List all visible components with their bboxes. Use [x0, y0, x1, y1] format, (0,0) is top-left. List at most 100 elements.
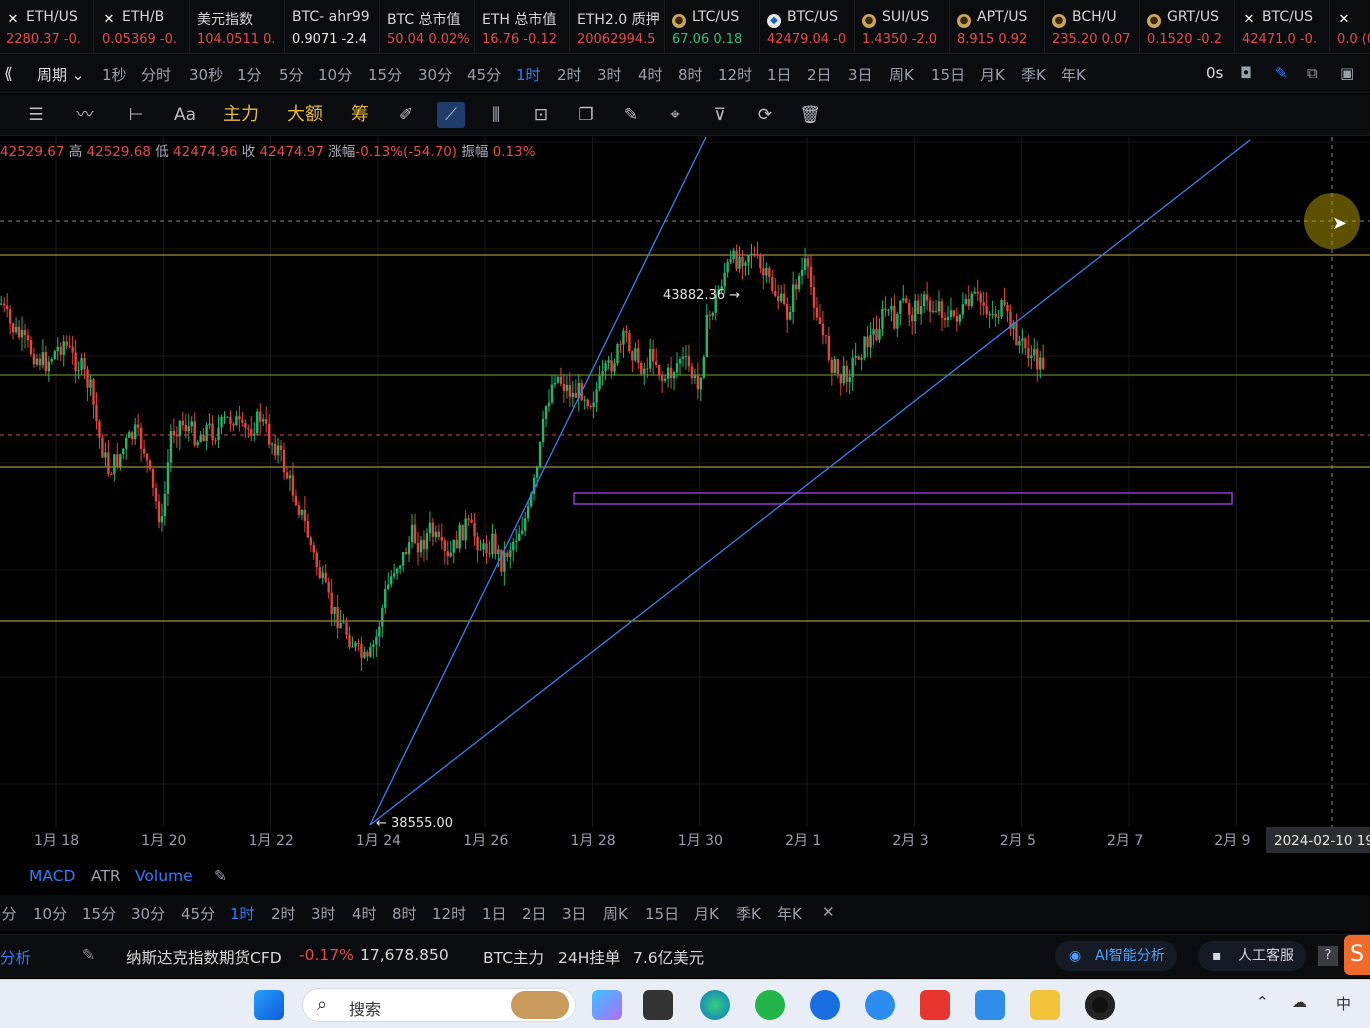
- ind-period-12[interactable]: 2日: [522, 903, 547, 924]
- edit-icon[interactable]: ✎: [617, 102, 645, 128]
- period-17[interactable]: 3日: [848, 64, 873, 85]
- measure-icon[interactable]: ⊢: [122, 102, 150, 128]
- ticker-item[interactable]: ✕ BTC/US 42471.0 -0.: [1236, 0, 1330, 53]
- popout-icon[interactable]: ⧉: [1307, 64, 1318, 82]
- ind-period-17[interactable]: 季K: [736, 903, 761, 924]
- start-icon[interactable]: [254, 990, 284, 1020]
- trash-icon[interactable]: 🗑: [796, 102, 824, 128]
- camera-icon[interactable]: ◘: [1240, 64, 1252, 82]
- ind-period-3[interactable]: 30分: [131, 903, 165, 924]
- period-12[interactable]: 4时: [638, 64, 663, 85]
- support-zone-box[interactable]: [573, 492, 1233, 505]
- period-7[interactable]: 30分: [418, 64, 452, 85]
- ticker-item[interactable]: ✕ ETH/US 2280.37 -0.: [0, 0, 94, 53]
- period-14[interactable]: 12时: [718, 64, 752, 85]
- period-13[interactable]: 8时: [678, 64, 703, 85]
- ind-period-8[interactable]: 4时: [352, 903, 377, 924]
- chip-button[interactable]: 筹: [346, 102, 374, 128]
- ticker-item[interactable]: BTC 总市值 50.04 0.02%: [381, 0, 475, 53]
- trend-line-shallow[interactable]: [369, 139, 1251, 826]
- main-force-button[interactable]: 主力: [218, 102, 264, 128]
- period-5[interactable]: 10分: [318, 64, 352, 85]
- ticker-item[interactable]: ● SUI/US 1.4350 -2.0: [856, 0, 950, 53]
- customer-service-button[interactable]: ▪ 人工客服: [1198, 941, 1306, 971]
- period-1[interactable]: 分时: [141, 64, 171, 85]
- wps-icon[interactable]: [920, 990, 950, 1020]
- period-15[interactable]: 1日: [767, 64, 792, 85]
- ticker-item[interactable]: ETH 总市值 16.76 -0.12: [476, 0, 570, 53]
- record-icon[interactable]: [1085, 990, 1115, 1020]
- ticker-item[interactable]: ● LTC/US 67.06 0.18: [666, 0, 760, 53]
- period-22[interactable]: 年K: [1061, 64, 1086, 85]
- help-icon[interactable]: ?: [1318, 946, 1338, 966]
- collapse-icon[interactable]: ⟪: [4, 64, 13, 83]
- nasdaq-name[interactable]: 纳斯达克指数期货CFD: [126, 946, 282, 968]
- ind-period-0[interactable]: 5分: [0, 903, 17, 924]
- ind-period-6[interactable]: 2时: [271, 903, 296, 924]
- indicator-macd[interactable]: MACD: [29, 867, 75, 885]
- task-view-icon[interactable]: [643, 990, 673, 1020]
- period-10[interactable]: 2时: [557, 64, 582, 85]
- feather-app-icon[interactable]: [865, 990, 895, 1020]
- indicator-atr[interactable]: ATR: [91, 867, 121, 885]
- period-0[interactable]: 1秒: [102, 64, 127, 85]
- tray-chevron-icon[interactable]: ⌃: [1256, 993, 1269, 1011]
- copilot-icon[interactable]: [592, 990, 622, 1020]
- onedrive-icon[interactable]: ☁: [1292, 993, 1307, 1011]
- photos-icon[interactable]: [975, 990, 1005, 1020]
- ind-period-18[interactable]: 年K: [777, 903, 802, 924]
- period-9[interactable]: 1时: [516, 64, 541, 85]
- indicator-volume[interactable]: Volume: [135, 867, 193, 885]
- menu-lines-icon[interactable]: ☰: [22, 102, 50, 128]
- close-icon[interactable]: ✕: [822, 903, 835, 921]
- period-20[interactable]: 月K: [980, 64, 1005, 85]
- large-order-button[interactable]: 大额: [282, 102, 328, 128]
- sync-icon[interactable]: ⟳: [751, 102, 779, 128]
- period-4[interactable]: 5分: [279, 64, 304, 85]
- period-menu[interactable]: 周期 ⌄: [37, 64, 84, 85]
- copy-icon[interactable]: ❐: [572, 102, 600, 128]
- search-box[interactable]: ⌕ 搜索: [302, 988, 576, 1022]
- sogou-icon[interactable]: S: [1344, 935, 1370, 975]
- ind-period-7[interactable]: 3时: [311, 903, 336, 924]
- filter-icon[interactable]: ⊽: [706, 102, 734, 128]
- period-11[interactable]: 3时: [597, 64, 622, 85]
- file-explorer-icon[interactable]: [1030, 990, 1060, 1020]
- price-chart[interactable]: ➤ 43882.36 → ← 38555.00 1月 18 1月 20 1月 22 1…: [0, 137, 1370, 855]
- period-19[interactable]: 15日: [931, 64, 965, 85]
- period-6[interactable]: 15分: [368, 64, 402, 85]
- ind-period-14[interactable]: 周K: [603, 903, 628, 924]
- ind-period-13[interactable]: 3日: [562, 903, 587, 924]
- period-18[interactable]: 周K: [889, 64, 914, 85]
- indicator-wave-icon[interactable]: 〰: [70, 102, 100, 128]
- edit-indicator-icon[interactable]: ✎: [214, 867, 227, 885]
- magnet-icon[interactable]: ⌖: [661, 102, 689, 128]
- ticker-item[interactable]: ● APT/US 8.915 0.92: [951, 0, 1045, 53]
- analysis-tab[interactable]: 分析: [0, 946, 31, 968]
- draw-line-icon[interactable]: ⟋: [437, 102, 465, 128]
- app-blue-icon[interactable]: [810, 990, 840, 1020]
- ind-period-2[interactable]: 15分: [82, 903, 116, 924]
- ticker-item[interactable]: ◆ BTC/US 42479.04 -0: [761, 0, 855, 53]
- ticker-item[interactable]: ● GRT/US 0.1520 -0.2: [1141, 0, 1235, 53]
- candle-icon[interactable]: ⫼: [482, 102, 510, 128]
- ticker-item[interactable]: BTC- ahr99 0.9071 -2.4: [286, 0, 380, 53]
- ind-period-10[interactable]: 12时: [432, 903, 466, 924]
- period-8[interactable]: 45分: [467, 64, 501, 85]
- ime-indicator[interactable]: 中: [1336, 993, 1351, 1014]
- ind-period-4[interactable]: 45分: [181, 903, 215, 924]
- ruler-icon[interactable]: ✐: [392, 102, 420, 128]
- ind-period-1[interactable]: 10分: [33, 903, 67, 924]
- ind-period-16[interactable]: 月K: [694, 903, 719, 924]
- lock-icon[interactable]: ⊡: [527, 102, 555, 128]
- period-2[interactable]: 30秒: [189, 64, 223, 85]
- ticker-item[interactable]: ● BCH/U 235.20 0.07: [1046, 0, 1140, 53]
- image-icon[interactable]: ▣: [1340, 64, 1354, 82]
- ticker-item[interactable]: ✕ ETH/B 0.05369 -0.: [96, 0, 190, 53]
- ticker-item[interactable]: ETH2.0 质押 20062994.5: [571, 0, 665, 53]
- ind-period-11[interactable]: 1日: [482, 903, 507, 924]
- period-16[interactable]: 2日: [807, 64, 832, 85]
- chart-canvas[interactable]: ➤ 43882.36 → ← 38555.00 1月 18 1月 20 1月 22 1…: [0, 137, 1370, 855]
- ind-period-5[interactable]: 1时: [230, 903, 255, 924]
- period-3[interactable]: 1分: [237, 64, 262, 85]
